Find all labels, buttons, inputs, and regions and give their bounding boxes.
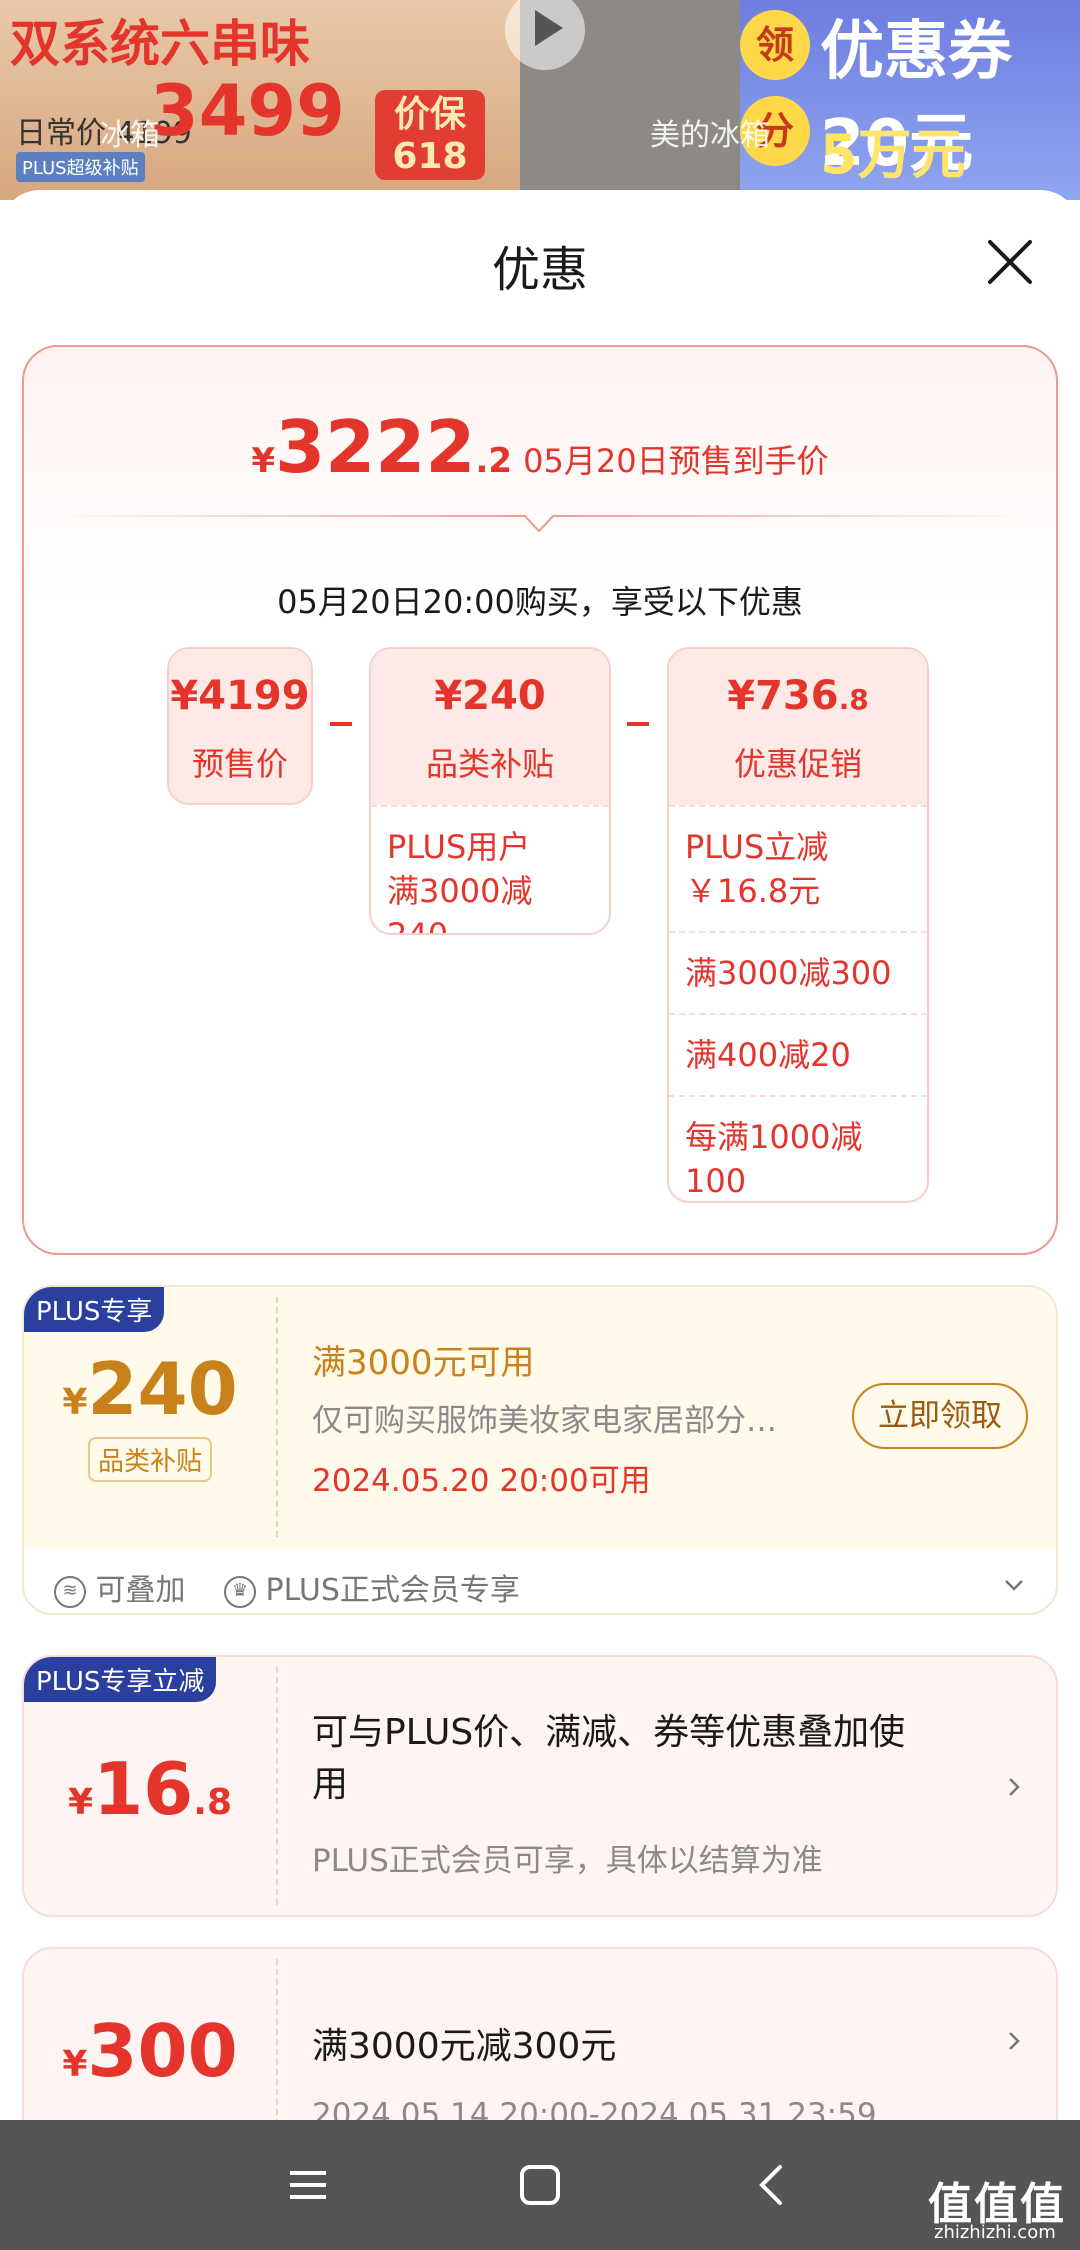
promotion-box: ¥736.8 优惠促销 PLUS立减 ￥16.8元 满3000减300 满400…: [667, 647, 929, 1203]
coupon-amount: 240: [87, 1347, 238, 1431]
promotion-label: 优惠促销: [733, 745, 862, 783]
background-product-page: 双系统六串味 日常价 4199 3499 PLUS超级补贴 价保 618 领 分…: [0, 0, 1080, 200]
back-icon[interactable]: [742, 2155, 802, 2215]
chevron-down-icon[interactable]: [1002, 1573, 1026, 1597]
minus-icon: [330, 722, 352, 726]
stack-icon: ≋: [54, 1575, 86, 1608]
presale-price-box: ¥4199 预售价: [167, 647, 313, 805]
final-price-currency: ¥: [251, 441, 276, 481]
promo-price: 3499: [150, 70, 345, 152]
promotion-item: PLUS立减 ￥16.8元: [669, 805, 927, 931]
coupon-desc: 仅可购买服饰美妆家电家居部分…: [312, 1403, 777, 1439]
background-tab-midea: 美的冰箱: [650, 118, 770, 153]
coupon-amount-decimal: .8: [193, 1782, 232, 1823]
coupon-amount: 300: [87, 2009, 238, 2093]
presale-amount: ¥4199: [170, 673, 310, 719]
promotion-item: 满3000减300: [669, 931, 927, 1013]
coupon-title: 满3000元可用: [312, 1343, 535, 1383]
crown-icon: ♛: [224, 1575, 256, 1608]
subsidy-amount: ¥240: [434, 673, 546, 719]
coupon-currency: ¥: [62, 1382, 88, 1423]
ling-badge: 领: [740, 10, 810, 80]
coupon-banner: 领 分 优惠券20元 5万元: [740, 0, 1080, 200]
product-banner: 双系统六串味 日常价 4199 3499 PLUS超级补贴 价保 618: [0, 0, 520, 200]
subsidy-box: ¥240 品类补贴 PLUS用户 满3000减240: [369, 647, 611, 935]
coupon-time: 2024.05.20 20:00可用: [312, 1463, 651, 1499]
plus-instant-tag: PLUS专享立减: [24, 1657, 217, 1702]
promotion-amount-integer: ¥736: [727, 673, 839, 719]
coupon-amount-block: ¥300: [24, 2009, 276, 2093]
banner-prize-text: 5万元: [820, 123, 966, 186]
notch-icon: [524, 515, 554, 533]
watermark-url: zhizhizhi.com: [934, 2222, 1056, 2243]
final-price-label: 05月20日预售到手价: [523, 442, 829, 480]
close-icon[interactable]: [980, 232, 1040, 292]
home-icon[interactable]: [510, 2155, 570, 2215]
badge-618: 价保 618: [375, 90, 485, 180]
price-summary-card: ¥3222.2 05月20日预售到手价 05月20日20:00购买，享受以下优惠…: [22, 345, 1058, 1255]
coupon-divider: [276, 1667, 278, 1905]
minus-icon: [627, 722, 649, 726]
coupon-currency: ¥: [62, 2044, 88, 2085]
plus-member-text: PLUS正式会员专享: [265, 1573, 520, 1608]
coupon-divider: [276, 1297, 278, 1537]
coupon-title: 满3000元减300元: [312, 2026, 617, 2067]
final-price-integer: 3222: [275, 405, 476, 489]
promo-plus-tag: PLUS超级补贴: [16, 152, 145, 182]
coupon-desc: PLUS正式会员可享，具体以结算为准: [312, 1843, 823, 1879]
coupon-currency: ¥: [68, 1782, 94, 1823]
coupon-divider: [276, 1959, 278, 2120]
coupon-amount-block: ¥16.8: [24, 1747, 276, 1831]
promotion-item: 满400减20: [669, 1013, 927, 1095]
stackable-label: ≋ 可叠加: [54, 1565, 186, 1609]
plus-instant-card[interactable]: PLUS专享立减 ¥16.8 可与PLUS价、满减、券等优惠叠加使用 PLUS正…: [22, 1655, 1058, 1917]
chevron-right-icon[interactable]: [1002, 1775, 1026, 1799]
stackable-text: 可叠加: [95, 1573, 186, 1608]
coupon-title: 可与PLUS价、满减、券等优惠叠加使用: [312, 1712, 906, 1805]
final-price-decimal: .2: [475, 441, 513, 481]
promotion-amount-decimal: .8: [838, 683, 869, 716]
background-tab-fridge: 冰箱: [100, 118, 160, 153]
menu-icon[interactable]: [278, 2155, 338, 2215]
subsidy-label: 品类补贴: [425, 745, 554, 783]
promotion-item: 每满1000减100: [669, 1095, 927, 1201]
final-price: ¥3222.2 05月20日预售到手价: [24, 405, 1056, 489]
coupon-time: 2024.05.14 20:00-2024.05.31 23:59: [312, 2097, 877, 2120]
sheet-title: 优惠: [491, 242, 588, 298]
plus-coupon-card: PLUS专享 ¥240 品类补贴 满3000元可用 仅可购买服饰美妆家电家居部分…: [22, 1285, 1058, 1615]
discount-sheet: 优惠 ¥3222.2 05月20日预售到手价 05月20日20:00购买，享受以…: [0, 190, 1080, 2120]
plus-member-label: ♛ PLUS正式会员专享: [224, 1565, 520, 1609]
promotion-amount: ¥736.8: [669, 673, 927, 719]
subsidy-item: PLUS用户 满3000减240: [371, 805, 609, 933]
plus-tag: PLUS专享: [24, 1287, 165, 1332]
coupon-amount: 16: [93, 1747, 194, 1831]
purchase-time-line: 05月20日20:00购买，享受以下优惠: [277, 583, 803, 621]
coupon-kind-badge: 品类补贴: [87, 1437, 212, 1482]
chevron-right-icon[interactable]: [1002, 2029, 1026, 2053]
promo-title: 双系统六串味: [10, 15, 310, 73]
full-reduction-card[interactable]: ¥300 满3000元减300元 2024.05.14 20:00-2024.0…: [22, 1947, 1058, 2120]
presale-label: 预售价: [191, 745, 288, 783]
claim-button[interactable]: 立即领取: [852, 1383, 1028, 1449]
coupon-amount-block: ¥240 品类补贴: [24, 1347, 276, 1482]
system-nav-bar: [0, 2120, 1080, 2250]
